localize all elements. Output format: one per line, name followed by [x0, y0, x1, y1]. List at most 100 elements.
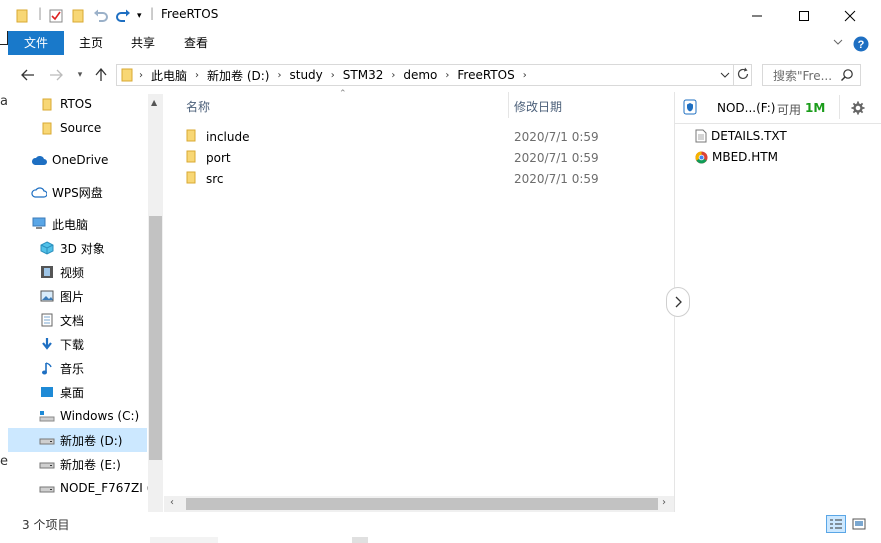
sidebar-item-label: 新加卷 (D:) — [60, 433, 123, 448]
sidebar-item-drive-e[interactable]: 新加卷 (E:) — [39, 452, 121, 476]
sidebar-item-this-pc[interactable]: 此电脑 — [31, 212, 88, 236]
expand-ribbon-icon[interactable] — [832, 36, 844, 50]
document-icon — [39, 312, 55, 328]
recent-locations-icon[interactable]: ▾ — [70, 65, 90, 85]
address-bar[interactable]: › 此电脑 › 新加卷 (D:) › study › STM32 › demo … — [116, 64, 752, 86]
scrollbar-thumb[interactable] — [186, 498, 658, 510]
free-space-value: 1M — [805, 101, 826, 115]
breadcrumb-item[interactable]: 此电脑 — [145, 67, 193, 84]
sidebar-item-documents[interactable]: 文档 — [39, 308, 84, 332]
drive-icon — [39, 480, 55, 496]
up-button[interactable] — [91, 65, 111, 85]
list-item[interactable]: DETAILS.TXT — [695, 126, 787, 146]
sidebar-item-label: RTOS — [60, 97, 92, 111]
status-bar: 3 个项目 — [0, 512, 881, 534]
column-header-name[interactable]: 名称 — [186, 98, 210, 114]
breadcrumb-separator-icon[interactable]: › — [389, 70, 397, 81]
table-row[interactable]: src 2020/7/1 0:59 — [164, 168, 674, 189]
scroll-up-icon[interactable]: ▲ — [151, 98, 157, 107]
tab-home[interactable]: 主页 — [70, 31, 112, 55]
sidebar-item-3d-objects[interactable]: 3D 对象 — [39, 236, 105, 260]
drive-shield-icon — [683, 99, 697, 118]
tab-file[interactable]: 文件 — [8, 31, 64, 55]
file-modified-date: 2020/7/1 0:59 — [514, 129, 599, 144]
breadcrumb-separator-icon[interactable]: › — [329, 70, 337, 81]
maximize-button[interactable] — [781, 0, 827, 31]
navigation-scrollbar[interactable]: ▲ — [148, 94, 163, 512]
horizontal-scrollbar[interactable]: ‹ › — [164, 496, 674, 512]
folder-icon — [39, 96, 55, 112]
cut-off-text: e — [0, 454, 8, 469]
folder-icon — [186, 129, 196, 145]
scroll-left-icon[interactable]: ‹ — [170, 497, 174, 508]
breadcrumb-separator-icon[interactable]: › — [521, 70, 529, 81]
text-file-icon — [695, 129, 707, 143]
scrollbar-thumb[interactable] — [149, 216, 162, 460]
details-view-button[interactable] — [826, 515, 846, 533]
search-input[interactable]: 搜索"Fre... — [762, 64, 861, 86]
file-modified-date: 2020/7/1 0:59 — [514, 171, 599, 186]
sidebar-item-drive-d[interactable]: 新加卷 (D:) — [39, 428, 122, 452]
back-button[interactable] — [18, 65, 38, 85]
sidebar-item-wps[interactable]: WPS网盘 — [31, 180, 103, 204]
breadcrumb-item[interactable]: demo — [397, 68, 443, 82]
sidebar-item-drive-f[interactable]: NODE_F767ZI ( — [39, 476, 151, 500]
redo-icon[interactable] — [115, 7, 131, 25]
desktop-icon — [39, 384, 55, 400]
large-icons-view-icon — [852, 518, 866, 530]
free-space-label: 可用 — [777, 103, 802, 117]
breadcrumb-separator-icon[interactable]: › — [443, 70, 451, 81]
sidebar-item-downloads[interactable]: 下载 — [39, 332, 84, 356]
breadcrumb-separator-icon[interactable]: › — [193, 70, 201, 81]
sidebar-item-drive-c[interactable]: Windows (C:) — [39, 404, 139, 428]
collapse-pane-button[interactable] — [666, 287, 690, 317]
sidebar-item-rtos[interactable]: RTOS — [39, 92, 92, 116]
properties-icon[interactable] — [49, 7, 63, 25]
sidebar-item-label: Windows (C:) — [60, 409, 140, 423]
sidebar-item-desktop[interactable]: 桌面 — [39, 380, 84, 404]
column-header-modified[interactable]: 修改日期 — [514, 98, 562, 114]
sidebar-item-pictures[interactable]: 图片 — [39, 284, 84, 308]
column-divider[interactable] — [508, 92, 509, 118]
breadcrumb-item[interactable]: 新加卷 (D:) — [201, 67, 275, 84]
tab-view[interactable]: 查看 — [174, 31, 218, 55]
svg-text:?: ? — [858, 39, 865, 51]
download-icon — [39, 336, 55, 352]
breadcrumb-item[interactable]: FreeRTOS — [451, 68, 520, 82]
drive-icon — [39, 408, 55, 424]
breadcrumb-item[interactable]: study — [283, 68, 328, 82]
scroll-right-icon[interactable]: › — [662, 497, 666, 508]
file-name: include — [206, 129, 250, 144]
close-button[interactable] — [827, 0, 873, 31]
sidebar-item-source[interactable]: Source — [39, 116, 101, 140]
chevron-right-icon — [675, 296, 682, 308]
search-icon[interactable] — [840, 68, 854, 85]
table-row[interactable]: include 2020/7/1 0:59 — [164, 126, 674, 147]
new-folder-icon[interactable] — [72, 7, 84, 25]
drive-info-header: NOD...(F:) 可用 1M — [675, 92, 881, 124]
sidebar-item-videos[interactable]: 视频 — [39, 260, 84, 284]
sidebar-item-label: 3D 对象 — [60, 241, 105, 256]
sidebar-item-onedrive[interactable]: OneDrive — [31, 148, 108, 172]
minimize-button[interactable] — [734, 0, 780, 31]
large-icons-view-button[interactable] — [849, 515, 869, 533]
gear-icon[interactable] — [851, 101, 865, 118]
list-item[interactable]: MBED.HTM — [695, 147, 778, 167]
breadcrumb-separator-icon[interactable]: › — [133, 70, 145, 81]
tab-share[interactable]: 共享 — [122, 31, 164, 55]
help-icon[interactable]: ? — [853, 36, 869, 55]
sort-ascending-icon: ⌃ — [339, 89, 347, 99]
preview-pane: NOD...(F:) 可用 1M DETAILS.TXT MBED.HTM — [666, 92, 881, 512]
forward-button[interactable] — [46, 65, 66, 85]
sidebar-item-music[interactable]: 音乐 — [39, 356, 84, 380]
address-history-dropdown-icon[interactable] — [719, 69, 731, 83]
drive-label: NOD...(F:) — [717, 101, 776, 115]
breadcrumb-separator-icon[interactable]: › — [275, 70, 283, 81]
undo-icon[interactable] — [93, 7, 109, 25]
customize-qat-icon[interactable]: ▾ — [137, 7, 142, 25]
refresh-icon[interactable] — [736, 67, 750, 84]
breadcrumb-item[interactable]: STM32 — [337, 68, 390, 82]
table-row[interactable]: port 2020/7/1 0:59 — [164, 147, 674, 168]
computer-icon — [31, 216, 47, 232]
sidebar-item-label: 图片 — [60, 289, 85, 304]
